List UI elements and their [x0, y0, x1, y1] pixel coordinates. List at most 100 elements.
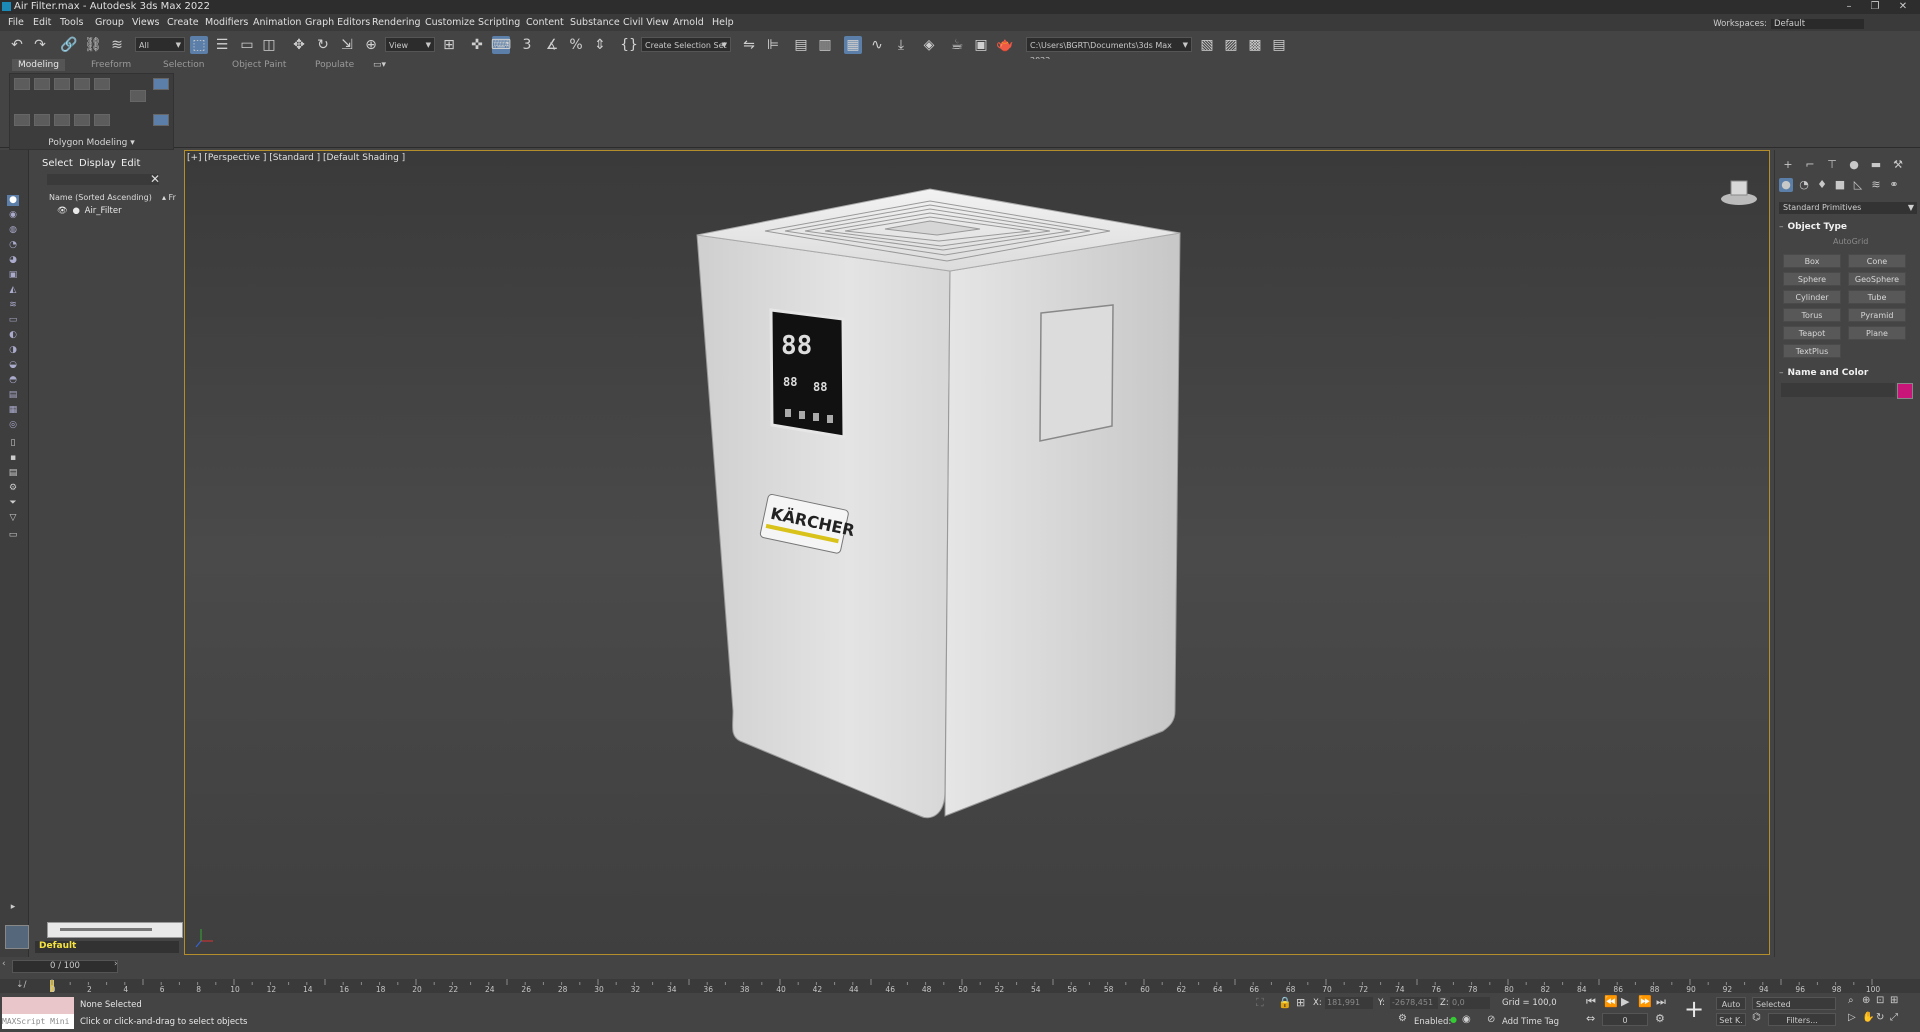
document-icon[interactable]: ▯ — [7, 438, 19, 449]
move-icon[interactable]: ✥ — [290, 36, 308, 54]
filter-icon[interactable]: ▽ — [7, 513, 19, 524]
play-icon[interactable]: ▶ — [1621, 995, 1629, 1008]
rotate-icon[interactable]: ↻ — [314, 36, 332, 54]
display-tab-icon[interactable]: ▬ — [1869, 158, 1883, 172]
workspaces-value[interactable]: Default — [1771, 19, 1864, 29]
utilities-tab-icon[interactable]: ⚒ — [1891, 158, 1905, 172]
key-mode-toggle-icon[interactable]: ⌬ — [1752, 1012, 1761, 1023]
display-all-icon[interactable]: ◉ — [7, 210, 19, 221]
display-hidden-icon[interactable]: ▤ — [7, 390, 19, 401]
display-helpers-icon[interactable]: ◭ — [7, 285, 19, 296]
object-name[interactable]: Air_Filter — [85, 206, 122, 216]
close-button[interactable]: ✕ — [1890, 0, 1916, 14]
menu-arnold[interactable]: Arnold — [673, 17, 704, 28]
ribbon-tool-icon[interactable] — [34, 114, 50, 126]
display-groups-icon[interactable]: ▭ — [7, 315, 19, 326]
hierarchy-tab-icon[interactable]: ⊤ — [1825, 158, 1839, 172]
absolute-mode-icon[interactable]: ⊞ — [1296, 996, 1305, 1009]
current-layer-name[interactable]: Default — [35, 941, 179, 953]
isolate-icon[interactable]: ⛶ — [1256, 996, 1264, 1010]
display-lights-icon[interactable]: ◕ — [7, 255, 19, 266]
menu-scripting[interactable]: Scripting — [478, 17, 520, 28]
ribbon-active-tool-icon[interactable] — [153, 114, 169, 126]
ribbon-tool-icon[interactable] — [34, 78, 50, 90]
cameras-icon[interactable]: ■ — [1833, 178, 1847, 192]
menu-graph-editors[interactable]: Graph Editors — [305, 17, 370, 28]
object-color-swatch[interactable] — [1897, 383, 1913, 399]
project-open-icon[interactable]: ▧ — [1198, 36, 1216, 54]
render-production-icon[interactable]: 🫖 — [996, 36, 1014, 54]
project-create-icon[interactable]: ▨ — [1222, 36, 1240, 54]
ribbon-tool-icon[interactable] — [54, 114, 70, 126]
explorer-tab-select[interactable]: Select — [42, 158, 73, 169]
reference-coordinate-dropdown[interactable]: View ▼ — [385, 37, 435, 52]
mirror-icon[interactable]: ⇋ — [740, 36, 758, 54]
primitive-box-button[interactable]: Box — [1783, 254, 1841, 268]
rendered-frame-window-icon[interactable]: ▣ — [972, 36, 990, 54]
primitive-cylinder-button[interactable]: Cylinder — [1783, 290, 1841, 304]
primitive-plane-button[interactable]: Plane — [1848, 326, 1906, 340]
layer-explorer-icon[interactable]: ▥ — [816, 36, 834, 54]
align-icon[interactable]: ⊫ — [764, 36, 782, 54]
unlink-icon[interactable]: ⛓ — [84, 36, 102, 54]
ribbon-tool-icon[interactable] — [94, 114, 110, 126]
angle-snap-icon[interactable]: ∡ — [543, 36, 561, 54]
ribbon-tool-icon[interactable] — [74, 114, 90, 126]
add-time-tag-icon[interactable]: ⊘ — [1487, 1014, 1495, 1025]
ribbon-tool-icon[interactable] — [14, 78, 30, 90]
y-coordinate-field[interactable]: -2678,451 — [1390, 997, 1438, 1009]
menu-modifiers[interactable]: Modifiers — [205, 17, 248, 28]
time-tag-icon[interactable]: ◉ — [1462, 1014, 1471, 1025]
column-header-frozen[interactable]: ▴ Fr — [162, 193, 176, 202]
time-slider[interactable]: ‹ 0 / 100 › — [0, 957, 1920, 979]
shapes-icon[interactable]: ◔ — [1797, 178, 1811, 192]
explorer-search-input[interactable] — [47, 174, 159, 185]
toggle-scene-explorer-icon[interactable]: ▤ — [792, 36, 810, 54]
tab-modeling[interactable]: Modeling — [12, 59, 65, 71]
display-spacewarps-icon[interactable]: ≋ — [7, 300, 19, 311]
spinner-snap-icon[interactable]: ⇕ — [591, 36, 609, 54]
layer-icon[interactable]: ▭ — [7, 530, 19, 541]
pivot-center-icon[interactable]: ⊞ — [440, 36, 458, 54]
autogrid-checkbox[interactable]: AutoGrid — [1833, 237, 1868, 246]
keyboard-shortcut-override-icon[interactable]: ⌨ — [491, 36, 511, 54]
bind-spacewarp-icon[interactable]: ≋ — [108, 36, 126, 54]
select-manipulate-icon[interactable]: ✜ — [468, 36, 486, 54]
auto-key-button[interactable]: Auto — [1716, 997, 1746, 1010]
geometry-icon[interactable]: ● — [1779, 178, 1793, 192]
selection-filter-dropdown[interactable]: All ▼ — [135, 37, 185, 52]
display-children-icon[interactable]: ◎ — [7, 420, 19, 431]
workspaces-selector[interactable]: Workspaces: Default — [1713, 19, 1864, 29]
object-name-field[interactable] — [1781, 383, 1895, 397]
menu-file[interactable]: File — [8, 17, 24, 28]
tab-object-paint[interactable]: Object Paint — [232, 59, 286, 71]
polygon-modeling-label[interactable]: Polygon Modeling ▾ — [10, 138, 173, 148]
explorer-tab-display[interactable]: Display — [79, 158, 116, 169]
expand-arrow-icon[interactable]: ▸ — [7, 902, 19, 913]
set-key-button[interactable]: Set K. — [1716, 1013, 1746, 1026]
display-none-icon[interactable]: ● — [7, 195, 19, 206]
ribbon-tool-icon[interactable] — [74, 78, 90, 90]
zoom-extents-all-icon[interactable]: ⊞ — [1890, 995, 1898, 1006]
list-item[interactable]: 👁 ● Air_Filter — [57, 206, 122, 216]
add-time-tag-label[interactable]: Add Time Tag — [1502, 1017, 1559, 1027]
menu-civil-view[interactable]: Civil View — [623, 17, 669, 28]
set-key-icon[interactable]: + — [1684, 995, 1704, 1023]
maximize-viewport-icon[interactable]: ⤢ — [1890, 1012, 1898, 1023]
orbit-icon[interactable]: ↻ — [1876, 1012, 1884, 1023]
tab-populate[interactable]: Populate — [315, 59, 354, 71]
primitive-sphere-button[interactable]: Sphere — [1783, 272, 1841, 286]
list-icon[interactable]: ▤ — [7, 468, 19, 479]
primitive-geosphere-button[interactable]: GeoSphere — [1848, 272, 1906, 286]
current-frame-field[interactable]: 0 — [1602, 1013, 1648, 1026]
schematic-view-icon[interactable]: ⤓ — [892, 36, 910, 54]
layer-dropdown[interactable] — [47, 922, 183, 938]
previous-frame-icon[interactable]: ⏪ — [1604, 995, 1618, 1008]
place-icon[interactable]: ⊕ — [362, 36, 380, 54]
ribbon-tool-icon[interactable] — [54, 78, 70, 90]
eye-icon[interactable]: 👁 — [57, 206, 68, 216]
project-folder-dropdown[interactable]: C:\Users\BGRT\Documents\3ds Max 2022▼ — [1026, 37, 1192, 65]
close-icon[interactable]: ✕ — [150, 172, 160, 186]
project-folder-icon[interactable]: ▩ — [1246, 36, 1264, 54]
menu-animation[interactable]: Animation — [253, 17, 301, 28]
